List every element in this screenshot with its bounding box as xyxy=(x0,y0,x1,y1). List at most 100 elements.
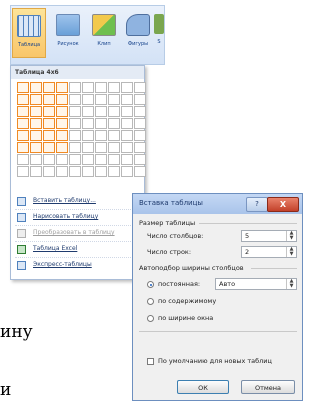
grid-cell[interactable] xyxy=(82,82,94,93)
grid-cell[interactable] xyxy=(108,154,120,165)
grid-cell[interactable] xyxy=(56,106,68,117)
grid-cell[interactable] xyxy=(17,94,29,105)
grid-cell[interactable] xyxy=(134,130,146,141)
grid-cell[interactable] xyxy=(30,130,42,141)
grid-cell[interactable] xyxy=(17,154,29,165)
grid-cell[interactable] xyxy=(121,82,133,93)
grid-cell[interactable] xyxy=(95,82,107,93)
grid-cell[interactable] xyxy=(108,142,120,153)
spin-arrows-icon[interactable]: ▲ ▼ xyxy=(286,231,296,241)
menu-item-excel-table[interactable]: Таблица Excel xyxy=(15,241,143,257)
clipart-button[interactable]: Клип xyxy=(87,8,121,58)
grid-cell[interactable] xyxy=(43,166,55,177)
grid-cell[interactable] xyxy=(69,142,81,153)
grid-cell[interactable] xyxy=(56,166,68,177)
grid-cell[interactable] xyxy=(56,130,68,141)
grid-cell[interactable] xyxy=(121,142,133,153)
grid-cell[interactable] xyxy=(95,142,107,153)
grid-cell[interactable] xyxy=(95,94,107,105)
rows-spinner[interactable]: 2 ▲ ▼ xyxy=(241,246,297,258)
grid-cell[interactable] xyxy=(134,106,146,117)
grid-cell[interactable] xyxy=(134,142,146,153)
grid-cell[interactable] xyxy=(95,166,107,177)
grid-cell[interactable] xyxy=(43,154,55,165)
grid-cell[interactable] xyxy=(121,154,133,165)
grid-cell[interactable] xyxy=(134,166,146,177)
grid-cell[interactable] xyxy=(17,142,29,153)
grid-cell[interactable] xyxy=(69,94,81,105)
grid-cell[interactable] xyxy=(43,106,55,117)
grid-cell[interactable] xyxy=(30,142,42,153)
grid-cell[interactable] xyxy=(17,82,29,93)
menu-item-draw-table[interactable]: Нарисовать таблицу xyxy=(15,209,143,225)
fixed-width-radio[interactable] xyxy=(147,281,154,288)
grid-cell[interactable] xyxy=(95,118,107,129)
autofit-content-radio[interactable] xyxy=(147,298,154,305)
grid-cell[interactable] xyxy=(30,154,42,165)
grid-cell[interactable] xyxy=(56,142,68,153)
grid-cell[interactable] xyxy=(121,118,133,129)
grid-cell[interactable] xyxy=(43,142,55,153)
grid-cell[interactable] xyxy=(56,82,68,93)
ok-button[interactable]: ОК xyxy=(177,380,229,394)
table-grid-picker[interactable] xyxy=(17,82,146,177)
grid-cell[interactable] xyxy=(69,154,81,165)
grid-cell[interactable] xyxy=(69,118,81,129)
grid-cell[interactable] xyxy=(121,106,133,117)
grid-cell[interactable] xyxy=(17,166,29,177)
grid-cell[interactable] xyxy=(121,94,133,105)
close-button[interactable]: X xyxy=(267,197,299,212)
grid-cell[interactable] xyxy=(17,130,29,141)
grid-cell[interactable] xyxy=(30,106,42,117)
spin-arrows-icon[interactable]: ▲ ▼ xyxy=(286,279,296,289)
grid-cell[interactable] xyxy=(108,166,120,177)
shapes-button[interactable]: Фигуры xyxy=(121,8,155,58)
menu-item-quick-tables[interactable]: Экспресс-таблицы xyxy=(15,257,143,273)
grid-cell[interactable] xyxy=(82,142,94,153)
grid-cell[interactable] xyxy=(30,82,42,93)
grid-cell[interactable] xyxy=(82,106,94,117)
grid-cell[interactable] xyxy=(95,130,107,141)
grid-cell[interactable] xyxy=(82,154,94,165)
grid-cell[interactable] xyxy=(134,118,146,129)
autofit-window-radio[interactable] xyxy=(147,315,154,322)
grid-cell[interactable] xyxy=(108,82,120,93)
grid-cell[interactable] xyxy=(121,130,133,141)
grid-cell[interactable] xyxy=(69,106,81,117)
grid-cell[interactable] xyxy=(56,94,68,105)
menu-item-insert-table[interactable]: Вставить таблицу... xyxy=(15,194,143,209)
grid-cell[interactable] xyxy=(108,94,120,105)
grid-cell[interactable] xyxy=(82,166,94,177)
cancel-button[interactable]: Отмена xyxy=(241,380,295,394)
cols-spinner[interactable]: 5 ▲ ▼ xyxy=(241,230,297,242)
grid-cell[interactable] xyxy=(30,166,42,177)
spin-arrows-icon[interactable]: ▲ ▼ xyxy=(286,247,296,257)
picture-button[interactable]: Рисунок xyxy=(51,8,85,58)
grid-cell[interactable] xyxy=(82,94,94,105)
fixed-width-spinner[interactable]: Авто ▲ ▼ xyxy=(215,278,297,290)
grid-cell[interactable] xyxy=(108,106,120,117)
grid-cell[interactable] xyxy=(43,82,55,93)
grid-cell[interactable] xyxy=(17,106,29,117)
grid-cell[interactable] xyxy=(56,154,68,165)
grid-cell[interactable] xyxy=(69,82,81,93)
grid-cell[interactable] xyxy=(108,118,120,129)
grid-cell[interactable] xyxy=(43,94,55,105)
table-button[interactable]: Таблица xyxy=(12,8,46,58)
grid-cell[interactable] xyxy=(82,118,94,129)
grid-cell[interactable] xyxy=(69,166,81,177)
grid-cell[interactable] xyxy=(30,94,42,105)
grid-cell[interactable] xyxy=(43,118,55,129)
default-for-new-tables-checkbox[interactable] xyxy=(147,358,154,365)
smartart-button[interactable]: S xyxy=(153,8,165,58)
grid-cell[interactable] xyxy=(30,118,42,129)
grid-cell[interactable] xyxy=(82,130,94,141)
grid-cell[interactable] xyxy=(95,106,107,117)
help-button[interactable]: ? xyxy=(246,197,268,212)
grid-cell[interactable] xyxy=(17,118,29,129)
grid-cell[interactable] xyxy=(43,130,55,141)
grid-cell[interactable] xyxy=(134,82,146,93)
grid-cell[interactable] xyxy=(69,130,81,141)
grid-cell[interactable] xyxy=(56,118,68,129)
grid-cell[interactable] xyxy=(121,166,133,177)
